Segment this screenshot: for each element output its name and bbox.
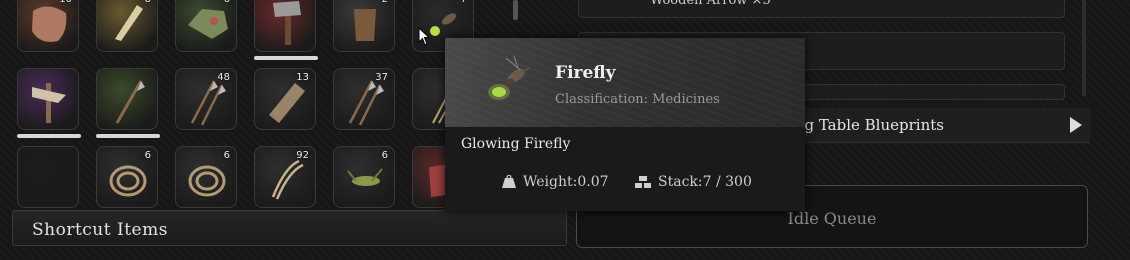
tooltip-classification: Classification: Medicines (555, 92, 720, 107)
inventory-slot[interactable]: 10 (17, 0, 79, 52)
weight-value: 0.07 (577, 174, 609, 190)
stack-label: Stack: (658, 174, 703, 190)
wooden-bucket-icon (354, 9, 376, 41)
craft-list-scrollbar[interactable] (1082, 0, 1086, 96)
inventory-slot[interactable]: 8 (96, 0, 158, 52)
idle-queue-label: Idle Queue (787, 209, 877, 228)
tooltip-description: Glowing Firefly (461, 136, 571, 152)
slot-count: 6 (223, 150, 230, 161)
empty-slot-icon (18, 147, 79, 208)
ore-chunk-icon (188, 9, 228, 39)
tooltip-weight: Weight:0.07 (501, 174, 609, 190)
stack-value: 7 / 300 (702, 174, 752, 190)
inventory-scrollbar[interactable] (513, 0, 518, 20)
mouse-cursor-icon (418, 27, 431, 46)
slot-count: 37 (375, 72, 388, 83)
craft-item-label: Wooden Arrow ×5 (650, 0, 771, 8)
equipped-underline (254, 56, 318, 60)
blueprints-label: ing Table Blueprints (790, 116, 944, 134)
inventory-slot[interactable] (96, 68, 158, 130)
firefly-icon (488, 55, 531, 100)
stack-icon (635, 176, 651, 188)
inventory-slot[interactable]: 6 (175, 146, 237, 208)
slot-count: 92 (296, 150, 309, 161)
leather-hide-icon (32, 6, 67, 42)
stone-hammer-icon (273, 1, 301, 45)
slot-count: 8 (145, 0, 151, 5)
shortcut-items-label: Shortcut Items (32, 220, 168, 240)
slot-count: 6 (144, 150, 151, 161)
inventory-slot[interactable]: 37 (333, 68, 395, 130)
slot-count: 10 (59, 0, 72, 5)
feathered-totem-icon (32, 83, 66, 123)
bone-shard-icon (115, 5, 143, 41)
inventory-slot[interactable]: 6 (175, 0, 237, 52)
inventory-slot[interactable] (17, 146, 79, 208)
slot-count: 2 (382, 0, 388, 5)
inventory-slot[interactable] (254, 0, 316, 52)
inventory-slot[interactable]: 6 (333, 146, 395, 208)
inventory-slot[interactable]: 13 (254, 68, 316, 130)
inventory-slot[interactable]: 48 (175, 68, 237, 130)
slot-count: 48 (217, 72, 230, 83)
weight-icon (502, 174, 516, 188)
equipped-underline (96, 134, 160, 138)
slot-count: 6 (381, 150, 388, 161)
tooltip-stack: Stack:7 / 300 (634, 174, 752, 190)
spear-icon (115, 80, 145, 124)
weight-label: Weight: (523, 174, 578, 190)
inventory-slot[interactable]: 2 (333, 0, 395, 52)
slot-count: 7 (461, 0, 467, 5)
equipped-underline (17, 134, 81, 138)
expand-arrow-icon[interactable] (1070, 117, 1082, 133)
inventory-slot[interactable] (17, 68, 79, 130)
slot-count: 13 (296, 72, 309, 83)
inventory-slot[interactable]: 92 (254, 146, 316, 208)
slot-count: 6 (224, 0, 230, 5)
inventory-slot[interactable]: 6 (96, 146, 158, 208)
tooltip-item-name: Firefly (555, 63, 616, 83)
